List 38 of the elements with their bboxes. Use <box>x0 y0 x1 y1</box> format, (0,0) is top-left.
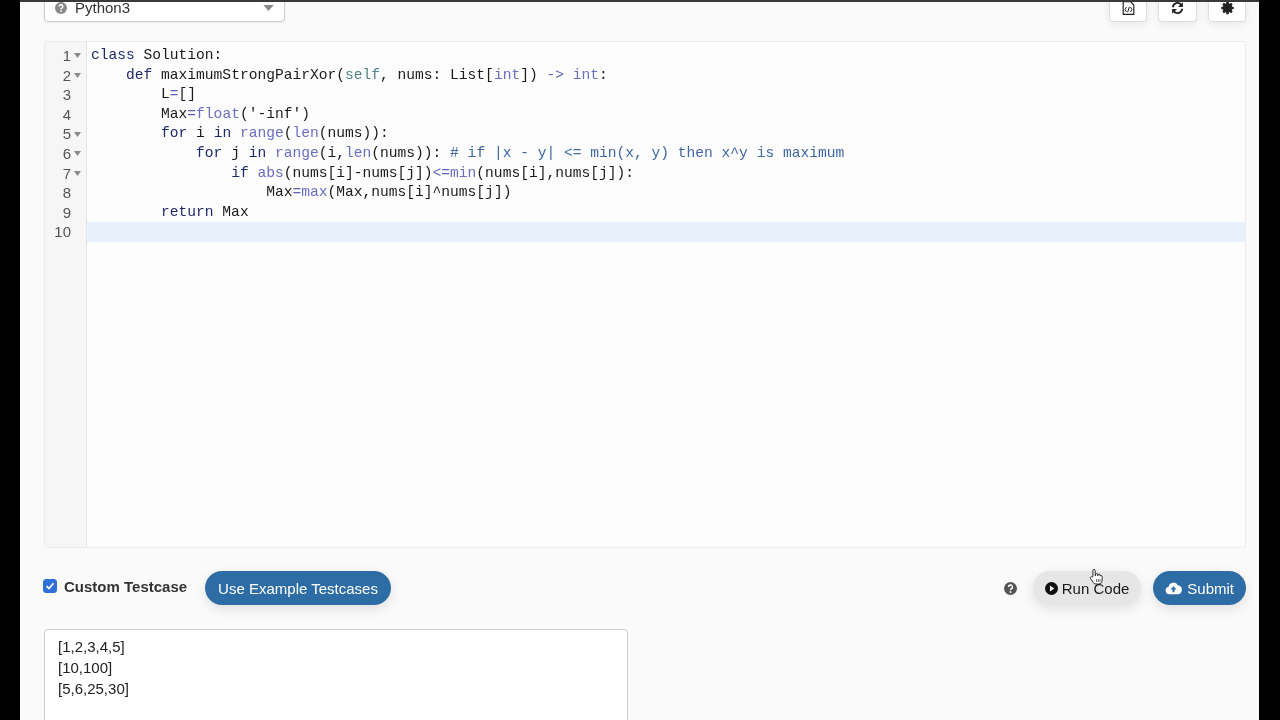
settings-icon <box>1220 2 1234 15</box>
help-icon[interactable] <box>1003 581 1017 595</box>
code-line: Max=max(Max,nums[i]^nums[j]) <box>266 184 512 201</box>
fold-arrow-icon[interactable] <box>74 131 81 137</box>
code-line: L=[] <box>161 86 197 103</box>
play-icon <box>1044 581 1058 595</box>
run-code-button[interactable]: Run Code <box>1032 571 1142 605</box>
line-number: 10 <box>54 222 71 242</box>
code-line: return Max <box>161 203 249 220</box>
line-number: 1 <box>62 46 71 66</box>
code-line: for i in range(len(nums)): <box>161 125 389 142</box>
fold-arrow-icon[interactable] <box>74 170 81 176</box>
cloud-upload-icon <box>1165 581 1183 595</box>
code-line: if abs(nums[i]-nums[j])<=min(nums[i],nums[j]): <box>231 164 634 181</box>
code-line: for j in range(i,len(nums)): # if |x - y| <= min(x, y) then x^y is maximum <box>196 144 845 161</box>
code-line: Max=float('-inf') <box>161 105 310 122</box>
refresh-icon <box>1171 2 1184 15</box>
code-file-icon <box>1121 2 1135 15</box>
checkbox-label[interactable]: Custom Testcase <box>64 577 188 595</box>
fold-arrow-icon[interactable] <box>74 72 81 78</box>
line-number: 8 <box>62 183 71 203</box>
submit-button[interactable]: Submit <box>1153 571 1246 605</box>
code-line: def maximumStrongPairXor(self, nums: List[int]) -> int: <box>126 66 608 83</box>
line-number: 6 <box>62 143 71 164</box>
caret-icon <box>263 5 274 11</box>
line-number: 2 <box>62 65 71 86</box>
checkbox[interactable] <box>43 578 57 593</box>
fold-arrow-icon[interactable] <box>74 53 81 59</box>
testcase-input[interactable]: [1,2,3,4,5] [10,100] [5,6,25,30] <box>44 629 628 720</box>
line-number: 7 <box>62 163 71 184</box>
fold-arrow-icon[interactable] <box>74 151 81 157</box>
line-number: 3 <box>62 85 71 105</box>
language-select[interactable]: Python3 <box>44 2 285 22</box>
code-line: class Solution: <box>91 47 223 63</box>
use-example-button[interactable]: Use Example Testcases <box>205 571 391 605</box>
line-number: 5 <box>62 124 71 144</box>
line-number: 9 <box>62 202 71 223</box>
line-number: 4 <box>62 104 71 125</box>
